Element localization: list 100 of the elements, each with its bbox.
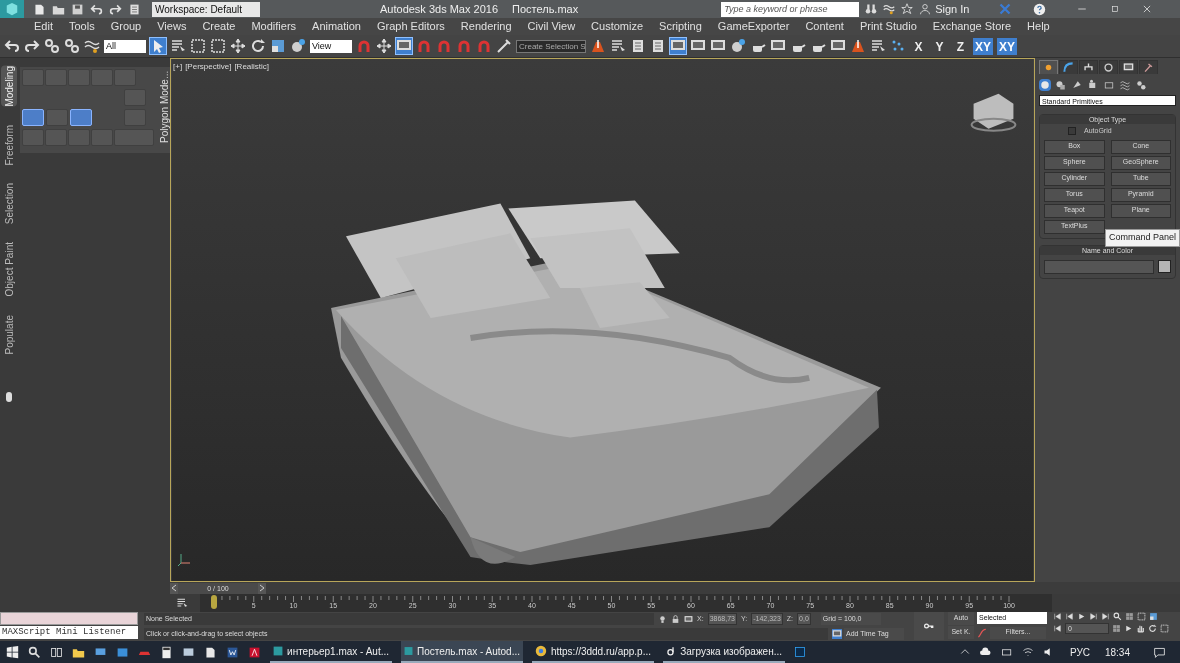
- axis-constraint-button[interactable]: X: [910, 37, 927, 55]
- field-of-view-icon[interactable]: [1124, 624, 1133, 633]
- axis-constraint-button[interactable]: XY: [973, 37, 993, 55]
- axis-constraint-button[interactable]: Z: [952, 37, 969, 55]
- named-selection-dropdown[interactable]: Create Selection S: [516, 39, 586, 53]
- ribbon-toggle-icon[interactable]: [6, 392, 12, 403]
- menu-item[interactable]: Animation: [304, 18, 369, 35]
- search-field[interactable]: Type a keyword or phrase: [721, 1, 860, 17]
- sign-in-link[interactable]: Sign In: [935, 0, 970, 18]
- menu-item[interactable]: Group: [102, 18, 150, 35]
- previous-frame-button[interactable]: [170, 582, 178, 594]
- lights-icon[interactable]: [1071, 79, 1083, 91]
- user-icon[interactable]: [919, 3, 932, 15]
- rotate-icon[interactable]: [250, 38, 266, 54]
- shapes-icon[interactable]: [1055, 79, 1067, 91]
- menu-item[interactable]: Help: [1019, 18, 1058, 35]
- word-icon[interactable]: [226, 645, 239, 659]
- select-by-name-icon[interactable]: [170, 38, 186, 54]
- ribbon-tab[interactable]: Selection: [1, 183, 17, 225]
- utilities-tab-icon[interactable]: [1139, 60, 1158, 74]
- document-icon[interactable]: [204, 645, 217, 659]
- cloud-icon[interactable]: [979, 646, 992, 658]
- help-icon[interactable]: [1033, 2, 1047, 16]
- go-to-end-icon[interactable]: [1101, 612, 1110, 621]
- material-editor-icon[interactable]: [730, 38, 746, 54]
- binoculars-icon[interactable]: [865, 3, 878, 15]
- autogrid-checkbox[interactable]: [1068, 127, 1076, 136]
- menu-item[interactable]: Create: [194, 18, 244, 35]
- lock-icon[interactable]: [671, 614, 680, 624]
- redo-icon[interactable]: [24, 38, 40, 54]
- calculator-icon[interactable]: [160, 645, 173, 659]
- undo-icon[interactable]: [4, 38, 20, 54]
- menu-item[interactable]: Customize: [583, 18, 652, 35]
- reference-coordinate-dropdown[interactable]: View: [310, 39, 352, 53]
- wifi-icon[interactable]: [1021, 646, 1034, 658]
- panel-title[interactable]: Polygon Mode...: [158, 67, 170, 153]
- move-icon[interactable]: [230, 38, 246, 54]
- motion-tab-icon[interactable]: [1099, 60, 1118, 74]
- menu-item[interactable]: Tools: [60, 18, 103, 35]
- name-field[interactable]: [1044, 259, 1154, 274]
- time-thumb[interactable]: [211, 595, 217, 609]
- zoom-all-icon[interactable]: [1125, 612, 1134, 621]
- taskbar-window-button[interactable]: Загрузка изображен...: [663, 641, 785, 663]
- menu-item[interactable]: Edit: [26, 18, 61, 35]
- ribbon-tab[interactable]: Object Paint: [1, 242, 17, 297]
- taskbar-window-button[interactable]: Постель.max - Autod...: [401, 641, 523, 663]
- menu-item[interactable]: Modifiers: [243, 18, 305, 35]
- axis-constraint-button[interactable]: Y: [931, 37, 948, 55]
- geometry-icon[interactable]: [1039, 79, 1051, 91]
- menu-item[interactable]: Content: [797, 18, 852, 35]
- bind-wave-icon[interactable]: [84, 38, 100, 54]
- axis-constraint-button[interactable]: XY: [997, 37, 1018, 55]
- windows-start-icon[interactable]: [6, 645, 19, 659]
- ribbon-tab[interactable]: Modeling: [1, 66, 17, 107]
- display-tab-icon[interactable]: [1119, 60, 1138, 74]
- menu-item[interactable]: Views: [149, 18, 195, 35]
- network-icon[interactable]: [116, 645, 129, 659]
- color-swatch[interactable]: [1158, 259, 1171, 273]
- window-crossing-icon[interactable]: [210, 38, 226, 54]
- maxscript-input-field[interactable]: [0, 612, 138, 625]
- zoom-extents-all-icon[interactable]: [1149, 612, 1158, 621]
- scale-icon[interactable]: [270, 38, 286, 54]
- key-curve-icon[interactable]: [977, 627, 987, 638]
- rectangle-selection-icon[interactable]: [190, 38, 206, 54]
- close-icon[interactable]: [1142, 4, 1153, 14]
- task-view-icon[interactable]: [50, 645, 63, 659]
- next-frame-button[interactable]: [258, 582, 266, 594]
- viewport-label[interactable]: [Perspective]: [185, 61, 232, 73]
- key-mode-icon[interactable]: [1053, 624, 1062, 633]
- menu-item[interactable]: Print Studio: [851, 18, 925, 35]
- create-tab-icon[interactable]: [1039, 60, 1058, 74]
- modify-tab-icon[interactable]: [1059, 60, 1078, 74]
- orbit-icon[interactable]: [1148, 624, 1157, 633]
- redo-icon[interactable]: [109, 2, 122, 16]
- menu-item[interactable]: Exchange Store: [924, 18, 1020, 35]
- previous-key-icon[interactable]: [1065, 612, 1074, 621]
- menu-item[interactable]: Graph Editors: [368, 18, 453, 35]
- zoom-icon[interactable]: [1113, 612, 1122, 621]
- star-icon[interactable]: [901, 3, 914, 15]
- sphere-pivot-icon[interactable]: [290, 38, 306, 54]
- new-file-icon[interactable]: [33, 2, 46, 16]
- go-to-start-icon[interactable]: [1053, 612, 1062, 621]
- taskbar-window-button[interactable]: https://3ddd.ru/app.p...: [532, 641, 654, 663]
- set-keys-button[interactable]: [914, 612, 944, 640]
- undo-icon[interactable]: [90, 2, 103, 16]
- language-indicator[interactable]: РУС: [1069, 644, 1090, 660]
- notifications-icon[interactable]: [1153, 645, 1166, 659]
- next-key-icon[interactable]: [1089, 612, 1098, 621]
- align-icon[interactable]: [610, 38, 626, 54]
- menu-item[interactable]: GameExporter: [709, 18, 798, 35]
- scene-explorer-icon[interactable]: [630, 38, 646, 54]
- workspace-dropdown[interactable]: Workspace: Default: [152, 1, 260, 17]
- clock[interactable]: 18:34: [1104, 644, 1130, 660]
- selection-filter-dropdown[interactable]: All: [104, 39, 146, 53]
- maximize-icon[interactable]: [1110, 4, 1121, 14]
- taskbar-window-button[interactable]: интерьер1.max - Aut...: [270, 641, 392, 663]
- viewport-label[interactable]: [+]: [173, 61, 183, 73]
- hierarchy-tab-icon[interactable]: [1079, 60, 1098, 74]
- space-warps-icon[interactable]: [1119, 79, 1131, 91]
- link-icon[interactable]: [44, 38, 60, 54]
